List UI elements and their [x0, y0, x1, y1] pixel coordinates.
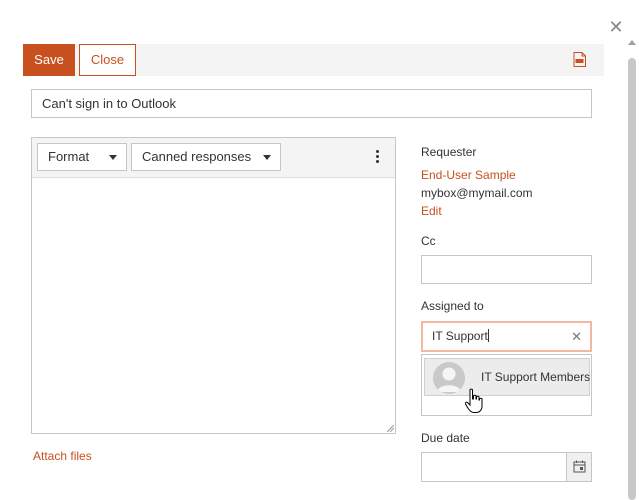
hand-pointer-icon	[464, 388, 483, 413]
toolbar: Save Close	[23, 44, 604, 76]
assigned-to-input[interactable]: IT Support ✕	[421, 321, 592, 352]
description-editor[interactable]: Format Canned responses	[31, 137, 396, 434]
chevron-down-icon	[109, 155, 117, 160]
requester-name-link[interactable]: End-User Sample	[421, 168, 516, 182]
pdf-icon[interactable]	[573, 52, 586, 67]
format-dropdown[interactable]: Format	[37, 143, 127, 171]
scroll-up-arrow-icon[interactable]	[628, 40, 636, 45]
avatar-icon	[433, 362, 465, 394]
canned-responses-dropdown[interactable]: Canned responses	[131, 143, 281, 171]
cc-input[interactable]	[421, 255, 592, 284]
editor-toolbar: Format Canned responses	[32, 138, 395, 178]
clear-icon[interactable]: ✕	[571, 323, 582, 350]
requester-email: mybox@mymail.com	[421, 186, 533, 200]
suggestion-item[interactable]: IT Support Members	[424, 358, 590, 396]
subject-input[interactable]: Can't sign in to Outlook	[31, 89, 592, 118]
close-icon[interactable]: ✕	[606, 17, 626, 37]
editor-body[interactable]	[32, 179, 395, 433]
scrollbar[interactable]	[625, 40, 639, 500]
assignee-suggestions: IT Support Members	[421, 354, 592, 416]
due-date-label: Due date	[421, 431, 470, 445]
attach-files-link[interactable]: Attach files	[33, 449, 92, 463]
close-button[interactable]: Close	[79, 44, 136, 76]
cc-label: Cc	[421, 234, 436, 248]
calendar-button[interactable]	[566, 453, 591, 481]
requester-label: Requester	[421, 145, 477, 159]
ticket-dialog: ✕ Save Close Can't sign in to Outlook Fo…	[0, 0, 639, 500]
text-cursor	[487, 329, 489, 342]
assigned-to-value: IT Support	[432, 329, 488, 343]
suggestion-name: IT Support Members	[481, 370, 591, 384]
chevron-down-icon	[263, 155, 271, 160]
save-button[interactable]: Save	[23, 44, 75, 76]
resize-handle-icon[interactable]	[386, 424, 394, 432]
scrollbar-thumb[interactable]	[628, 58, 636, 500]
assigned-to-label: Assigned to	[421, 299, 484, 313]
due-date-input[interactable]	[421, 452, 592, 482]
calendar-icon	[573, 460, 586, 473]
requester-edit-link[interactable]: Edit	[421, 204, 442, 218]
canned-responses-label: Canned responses	[142, 149, 252, 164]
more-vertical-icon[interactable]	[371, 148, 383, 166]
format-dropdown-label: Format	[48, 149, 90, 164]
